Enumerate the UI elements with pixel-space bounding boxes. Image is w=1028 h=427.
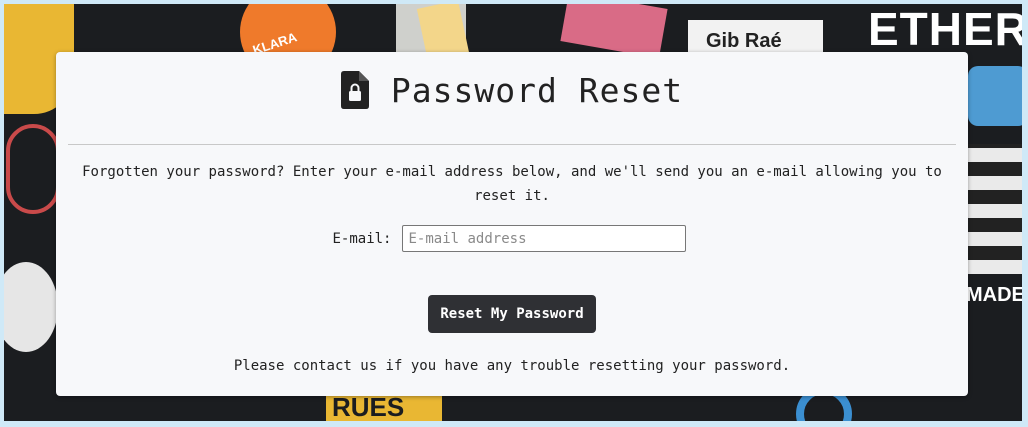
sticker-blue [968,66,1022,126]
sticker-label-made: MADE [966,284,1022,306]
file-lock-icon [340,71,369,109]
page-title: Password Reset [390,70,684,110]
sticker-pink [560,4,668,59]
sticker-dark-stripes [968,144,1022,274]
page-header: Password Reset [56,68,968,112]
sticker-red-scribble [6,124,60,214]
email-form-row: E-mail: [56,225,968,252]
sticker-circle-left [4,262,58,352]
submit-wrap: Reset My Password [56,295,968,333]
email-label: E-mail: [332,230,392,247]
contact-text: Please contact us if you have any troubl… [233,358,791,374]
sticker-label-ether: ETHER [868,4,1022,55]
divider [68,144,956,145]
sticker-label-gib: Gib Raé [706,30,782,52]
sticker-label-rues: RUES [332,392,405,421]
email-field[interactable] [401,225,686,252]
instructions-text: Forgotten your password? Enter your e-ma… [82,164,942,204]
password-reset-card: Password Reset Forgotten your password? … [56,52,968,396]
reset-password-button[interactable]: Reset My Password [428,295,596,333]
